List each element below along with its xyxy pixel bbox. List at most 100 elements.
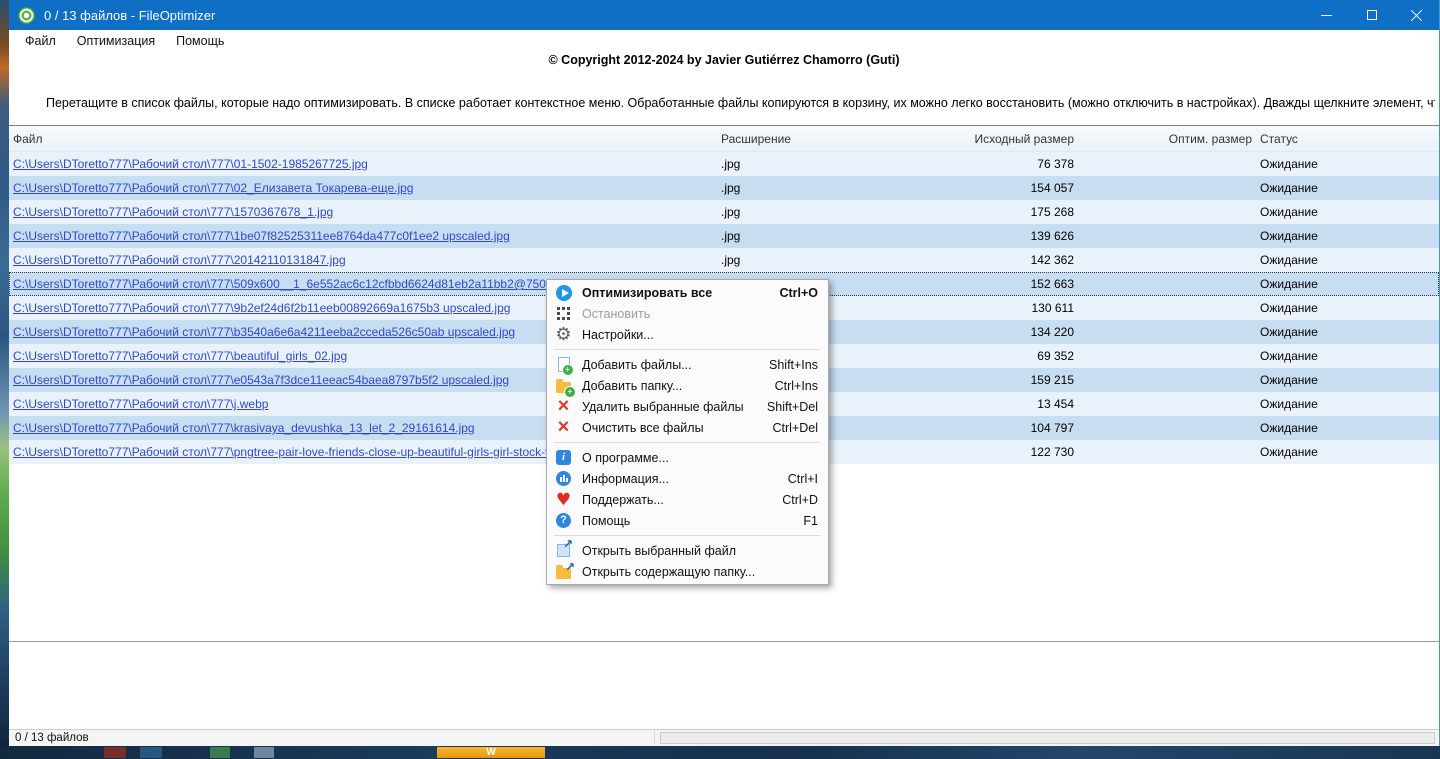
minimize-icon xyxy=(1321,14,1332,16)
column-header-file[interactable]: Файл xyxy=(9,132,713,146)
menu-separator xyxy=(554,442,821,443)
file-link[interactable]: C:\Users\DToretto777\Рабочий стол\777\b3… xyxy=(13,325,515,339)
context-menu-item[interactable]: О программе... xyxy=(547,447,828,468)
taskbar: W xyxy=(0,746,1440,759)
stop-icon xyxy=(557,307,570,320)
column-header-size[interactable]: Исходный размер xyxy=(865,132,1074,146)
cell-status: Ожидание xyxy=(1260,157,1318,171)
status-bar-divider xyxy=(654,731,655,745)
file-link[interactable]: C:\Users\DToretto777\Рабочий стол\777\15… xyxy=(13,205,333,219)
menubar-item-optimization[interactable]: Оптимизация xyxy=(67,34,165,48)
menu-item-shortcut: Ctrl+Ins xyxy=(774,378,818,393)
title-bar: 0 / 13 файлов - FileOptimizer xyxy=(9,0,1439,30)
cell-status: Ожидание xyxy=(1260,205,1318,219)
context-menu: Оптимизировать все Ctrl+O Остановить Настро… xyxy=(546,279,829,585)
cell-status: Ожидание xyxy=(1260,301,1318,315)
open-folder-icon xyxy=(556,561,575,579)
file-link[interactable]: C:\Users\DToretto777\Рабочий стол\777\50… xyxy=(13,277,604,291)
cell-status: Ожидание xyxy=(1260,349,1318,363)
context-menu-item[interactable]: Открыть выбранный файл xyxy=(547,538,828,561)
minimize-button[interactable] xyxy=(1304,0,1349,30)
cell-status: Ожидание xyxy=(1260,181,1318,195)
file-link[interactable]: C:\Users\DToretto777\Рабочий стол\777\pn… xyxy=(13,445,597,459)
file-link[interactable]: C:\Users\DToretto777\Рабочий стол\777\02… xyxy=(13,181,413,195)
cell-original-size: 104 797 xyxy=(1030,421,1074,435)
context-menu-item[interactable]: Открыть содержащую папку... xyxy=(547,561,828,582)
menu-item-label: Поддержать... xyxy=(582,492,664,507)
table-row[interactable]: C:\Users\DToretto777\Рабочий стол\777\01… xyxy=(9,152,1439,176)
cell-original-size: 130 611 xyxy=(1031,301,1075,315)
column-header-status[interactable]: Статус xyxy=(1252,132,1439,146)
cell-status: Ожидание xyxy=(1260,325,1318,339)
file-link[interactable]: C:\Users\DToretto777\Рабочий стол\777\kr… xyxy=(13,421,475,435)
context-menu-item[interactable]: Помощь F1 xyxy=(547,510,828,531)
table-row[interactable]: C:\Users\DToretto777\Рабочий стол\777\02… xyxy=(9,176,1439,200)
cell-extension: .jpg xyxy=(721,181,741,195)
maximize-button[interactable] xyxy=(1349,0,1394,30)
context-menu-item[interactable]: Удалить выбранные файлы Shift+Del xyxy=(547,396,828,417)
taskbar-w-icon: W xyxy=(437,747,545,758)
taskbar-icon xyxy=(210,747,230,758)
cell-original-size: 159 215 xyxy=(1030,373,1074,387)
cell-extension: .jpg xyxy=(721,253,741,267)
cell-original-size: 154 057 xyxy=(1030,181,1074,195)
file-link[interactable]: C:\Users\DToretto777\Рабочий стол\777\e0… xyxy=(13,373,509,387)
table-row[interactable]: C:\Users\DToretto777\Рабочий стол\777\1b… xyxy=(9,224,1439,248)
donate-heart-icon xyxy=(556,492,571,508)
menubar-item-help[interactable]: Помощь xyxy=(166,34,234,48)
menu-item-label: О программе... xyxy=(582,450,669,465)
cell-status: Ожидание xyxy=(1260,445,1318,459)
menu-item-label: Оптимизировать все xyxy=(582,285,713,300)
window-title: 0 / 13 файлов - FileOptimizer xyxy=(44,7,216,23)
menu-item-shortcut: Ctrl+Del xyxy=(772,420,819,435)
add-folder-icon xyxy=(556,379,576,398)
cell-original-size: 139 626 xyxy=(1030,229,1074,243)
cell-extension: .jpg xyxy=(721,157,741,171)
cell-status: Ожидание xyxy=(1260,253,1318,267)
file-link[interactable]: C:\Users\DToretto777\Рабочий стол\777\be… xyxy=(13,349,347,363)
menu-item-label: Добавить файлы... xyxy=(582,357,692,372)
file-link[interactable]: C:\Users\DToretto777\Рабочий стол\777\20… xyxy=(13,253,346,267)
cell-original-size: 175 268 xyxy=(1030,205,1074,219)
context-menu-item: Остановить xyxy=(547,303,828,324)
cell-status: Ожидание xyxy=(1260,277,1318,291)
file-link[interactable]: C:\Users\DToretto777\Рабочий стол\777\j.… xyxy=(13,397,268,411)
file-link[interactable]: C:\Users\DToretto777\Рабочий стол\777\9b… xyxy=(13,301,510,315)
context-menu-item[interactable]: Поддержать... Ctrl+D xyxy=(547,489,828,510)
help-icon xyxy=(556,513,571,528)
menu-item-label: Открыть содержащую папку... xyxy=(582,564,756,579)
file-link[interactable]: C:\Users\DToretto777\Рабочий стол\777\1b… xyxy=(13,229,510,243)
file-link[interactable]: C:\Users\DToretto777\Рабочий стол\777\01… xyxy=(13,157,368,171)
progress-bar xyxy=(660,732,1435,744)
cell-status: Ожидание xyxy=(1260,421,1318,435)
cell-original-size: 76 378 xyxy=(1037,157,1074,171)
menubar-item-file[interactable]: Файл xyxy=(15,34,66,48)
context-menu-item[interactable]: Информация... Ctrl+I xyxy=(547,468,828,489)
instruction-text: Перетащите в список файлы, которые надо … xyxy=(46,96,1435,110)
status-bar: 0 / 13 файлов xyxy=(9,729,1439,746)
column-header-ext[interactable]: Расширение xyxy=(713,132,865,146)
menu-item-label: Информация... xyxy=(582,471,669,486)
cell-file: C:\Users\DToretto777\Рабочий стол\777\15… xyxy=(9,205,713,219)
column-header-opt[interactable]: Оптим. размер xyxy=(1074,132,1252,146)
status-count-text: 0 / 13 файлов xyxy=(15,732,89,744)
cell-original-size: 134 220 xyxy=(1030,325,1074,339)
context-menu-item[interactable]: Добавить файлы... Shift+Ins xyxy=(547,354,828,376)
close-button[interactable] xyxy=(1394,0,1439,30)
cell-status: Ожидание xyxy=(1260,373,1318,387)
information-icon xyxy=(556,471,571,486)
menu-item-label: Открыть выбранный файл xyxy=(582,543,737,558)
context-menu-item[interactable]: Очистить все файлы Ctrl+Del xyxy=(547,417,828,438)
cell-original-size: 152 663 xyxy=(1030,277,1074,291)
clear-all-icon xyxy=(558,419,570,436)
list-header: Файл Расширение Исходный размер Оптим. разм… xyxy=(9,126,1439,152)
table-row[interactable]: C:\Users\DToretto777\Рабочий стол\777\20… xyxy=(9,248,1439,272)
context-menu-item[interactable]: Оптимизировать все Ctrl+O xyxy=(547,282,828,303)
context-menu-item[interactable]: Настройки... xyxy=(547,324,828,345)
menu-separator xyxy=(554,349,821,350)
menu-item-label: Очистить все файлы xyxy=(582,420,704,435)
context-menu-item[interactable]: Добавить папку... Ctrl+Ins xyxy=(547,375,828,398)
menu-item-shortcut: Shift+Ins xyxy=(769,357,818,372)
table-row[interactable]: C:\Users\DToretto777\Рабочий стол\777\15… xyxy=(9,200,1439,224)
fileoptimizer-logo-icon xyxy=(18,6,35,24)
